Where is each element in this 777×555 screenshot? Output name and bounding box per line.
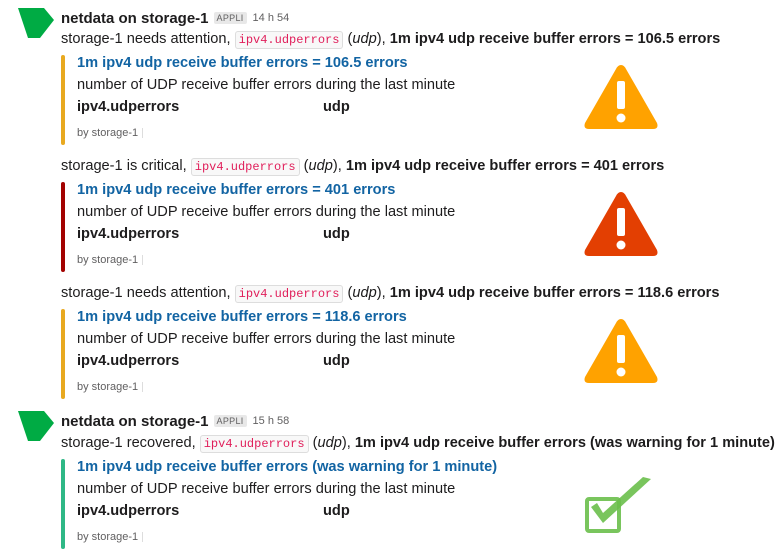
alert-attachment: 1m ipv4 udp receive buffer errors = 401 … bbox=[61, 182, 701, 272]
attachment-description: number of UDP receive buffer errors duri… bbox=[77, 204, 456, 220]
paren-close: ), bbox=[341, 435, 355, 451]
status-bar bbox=[61, 309, 65, 399]
alarm-value-text: 1m ipv4 udp receive buffer errors (was w… bbox=[354, 435, 775, 451]
field-family: udp bbox=[323, 226, 350, 242]
attachment-description: number of UDP receive buffer errors duri… bbox=[77, 481, 456, 497]
field-chart: ipv4.udperrors bbox=[77, 503, 180, 519]
alert-attachment: 1m ipv4 udp receive buffer errors = 106.… bbox=[61, 55, 701, 145]
message-summary: storage-1 is critical, ipv4.udperrors (u… bbox=[61, 156, 664, 177]
attachment-title-link[interactable]: 1m ipv4 udp receive buffer errors = 106.… bbox=[77, 55, 408, 71]
footer-divider bbox=[142, 382, 144, 393]
message-header: netdata on storage-1 APPLI 14 h 54 bbox=[61, 8, 289, 28]
chart-code: ipv4.udperrors bbox=[199, 435, 309, 453]
netdata-avatar-icon[interactable] bbox=[18, 8, 54, 38]
message-summary: storage-1 needs attention, ipv4.udperror… bbox=[61, 283, 719, 304]
warning-triangle-icon bbox=[584, 65, 658, 129]
alarm-value-text: 1m ipv4 udp receive buffer errors = 401 … bbox=[345, 158, 665, 174]
summary-text: storage-1 recovered, bbox=[61, 435, 200, 451]
warning-triangle-icon bbox=[584, 319, 658, 383]
chart-code: ipv4.udperrors bbox=[190, 158, 300, 176]
status-bar bbox=[61, 55, 65, 145]
attachment-footer: by storage-1 bbox=[77, 127, 144, 139]
footer-divider bbox=[142, 255, 144, 266]
footer-text: by storage-1 bbox=[77, 381, 139, 393]
summary-text: storage-1 needs attention, bbox=[61, 31, 235, 47]
app-badge: APPLI bbox=[213, 415, 247, 427]
sender-name[interactable]: netdata on storage-1 bbox=[61, 10, 209, 27]
attachment-footer: by storage-1 bbox=[77, 531, 144, 543]
alert-attachment: 1m ipv4 udp receive buffer errors (was w… bbox=[61, 459, 701, 549]
chart-code: ipv4.udperrors bbox=[234, 31, 344, 49]
footer-text: by storage-1 bbox=[77, 254, 139, 266]
footer-text: by storage-1 bbox=[77, 127, 139, 139]
message-summary: storage-1 recovered, ipv4.udperrors (udp… bbox=[61, 433, 775, 454]
message-header: netdata on storage-1 APPLI 15 h 58 bbox=[61, 411, 289, 431]
checkmark-icon bbox=[585, 477, 651, 533]
attachment-description: number of UDP receive buffer errors duri… bbox=[77, 77, 456, 93]
family-text: udp bbox=[317, 435, 342, 451]
attachment-title-link[interactable]: 1m ipv4 udp receive buffer errors = 118.… bbox=[77, 309, 407, 325]
status-bar bbox=[61, 182, 65, 272]
family-text: udp bbox=[352, 285, 377, 301]
message-summary: storage-1 needs attention, ipv4.udperror… bbox=[61, 29, 720, 50]
field-family: udp bbox=[323, 99, 350, 115]
alert-attachment: 1m ipv4 udp receive buffer errors = 118.… bbox=[61, 309, 701, 399]
attachment-title-link[interactable]: 1m ipv4 udp receive buffer errors (was w… bbox=[77, 459, 497, 475]
field-chart: ipv4.udperrors bbox=[77, 99, 180, 115]
status-bar bbox=[61, 459, 65, 549]
sender-name[interactable]: netdata on storage-1 bbox=[61, 413, 209, 430]
field-family: udp bbox=[323, 503, 350, 519]
footer-divider bbox=[142, 128, 144, 139]
field-chart: ipv4.udperrors bbox=[77, 226, 180, 242]
paren-close: ), bbox=[376, 31, 390, 47]
paren-close: ), bbox=[332, 158, 346, 174]
summary-text: storage-1 needs attention, bbox=[61, 285, 235, 301]
family-text: udp bbox=[352, 31, 377, 47]
summary-text: storage-1 is critical, bbox=[61, 158, 191, 174]
family-text: udp bbox=[308, 158, 333, 174]
footer-text: by storage-1 bbox=[77, 531, 139, 543]
netdata-avatar-icon[interactable] bbox=[18, 411, 54, 441]
attachment-description: number of UDP receive buffer errors duri… bbox=[77, 331, 456, 347]
attachment-footer: by storage-1 bbox=[77, 254, 144, 266]
alarm-value-text: 1m ipv4 udp receive buffer errors = 118.… bbox=[389, 285, 720, 301]
timestamp[interactable]: 14 h 54 bbox=[253, 12, 290, 24]
timestamp[interactable]: 15 h 58 bbox=[253, 415, 290, 427]
field-family: udp bbox=[323, 353, 350, 369]
critical-triangle-icon bbox=[584, 192, 658, 256]
alarm-value-text: 1m ipv4 udp receive buffer errors = 106.… bbox=[389, 31, 721, 47]
paren-close: ), bbox=[376, 285, 390, 301]
attachment-title-link[interactable]: 1m ipv4 udp receive buffer errors = 401 … bbox=[77, 182, 395, 198]
app-badge: APPLI bbox=[213, 12, 247, 24]
paren-open: ( bbox=[299, 158, 309, 174]
footer-divider bbox=[142, 532, 144, 543]
field-chart: ipv4.udperrors bbox=[77, 353, 180, 369]
chart-code: ipv4.udperrors bbox=[234, 285, 344, 303]
attachment-footer: by storage-1 bbox=[77, 381, 144, 393]
